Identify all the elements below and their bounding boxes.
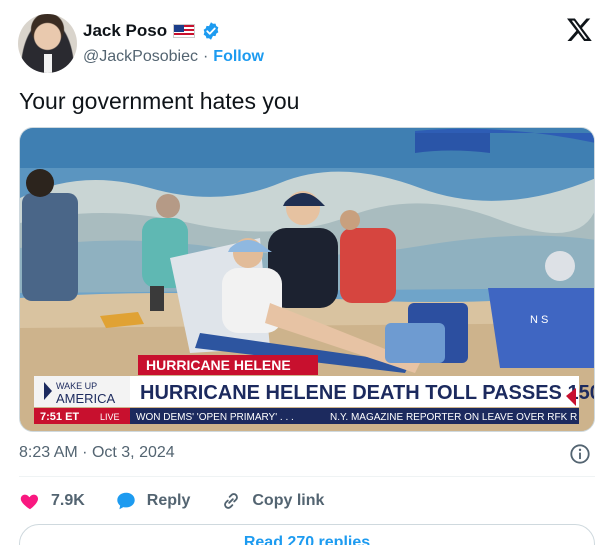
verified-badge-icon bbox=[203, 22, 219, 40]
action-bar: 7.9K Reply Copy link bbox=[19, 487, 324, 515]
x-logo-icon[interactable] bbox=[566, 16, 593, 43]
tweet-text: Your government hates you bbox=[19, 88, 300, 114]
tweet-date: Oct 3, 2024 bbox=[91, 444, 175, 461]
like-count: 7.9K bbox=[51, 492, 85, 509]
tweet-timestamp[interactable]: 8:23 AM · Oct 3, 2024 bbox=[19, 444, 175, 462]
read-replies-button[interactable]: Read 270 replies bbox=[19, 524, 595, 545]
us-flag-icon bbox=[173, 24, 196, 38]
handle[interactable]: @JackPosobiec bbox=[83, 48, 198, 66]
tweet-media[interactable]: N S HURRICANE HELENE WAKE UP AMERICA HUR… bbox=[19, 127, 595, 432]
copy-link-label: Copy link bbox=[252, 492, 325, 509]
show-logo-line1: WAKE UP bbox=[56, 381, 97, 391]
like-button[interactable]: 7.9K bbox=[19, 490, 85, 512]
copy-link-button[interactable]: Copy link bbox=[220, 490, 324, 512]
info-icon[interactable] bbox=[569, 443, 591, 465]
link-icon bbox=[224, 493, 239, 509]
divider bbox=[19, 476, 595, 477]
display-name[interactable]: Jack Poso bbox=[83, 21, 167, 41]
headline-text: HURRICANE HELENE DEATH TOLL PASSES 150 bbox=[140, 382, 595, 404]
chair-logo-text: N S bbox=[530, 314, 548, 326]
show-logo-line2: AMERICA bbox=[56, 391, 116, 406]
author-name-row: Jack Poso bbox=[83, 21, 221, 41]
avatar[interactable] bbox=[18, 14, 77, 73]
follow-button[interactable]: Follow bbox=[213, 48, 264, 66]
heart-icon bbox=[20, 494, 39, 510]
reply-bubble-icon bbox=[117, 492, 135, 510]
handle-row: @JackPosobiec · Follow bbox=[83, 48, 264, 66]
ticker-item-1: WON DEMS' 'OPEN PRIMARY' . . . bbox=[136, 412, 294, 423]
tweet-card: Jack Poso @JackPosobiec · Follow Your go… bbox=[0, 0, 609, 545]
timestamp-separator: · bbox=[82, 444, 88, 461]
lower-third-tag: HURRICANE HELENE bbox=[146, 357, 291, 373]
reply-button[interactable]: Reply bbox=[115, 490, 191, 512]
ticker-item-2: N.Y. MAGAZINE REPORTER ON LEAVE OVER RFK… bbox=[330, 412, 577, 423]
separator: · bbox=[202, 48, 209, 65]
broadcast-time: 7:51 ET bbox=[40, 411, 79, 423]
reply-label: Reply bbox=[146, 492, 191, 509]
live-label: LIVE bbox=[100, 412, 120, 422]
tweet-time: 8:23 AM bbox=[19, 444, 78, 461]
news-broadcast-image: N S HURRICANE HELENE WAKE UP AMERICA HUR… bbox=[20, 128, 595, 431]
